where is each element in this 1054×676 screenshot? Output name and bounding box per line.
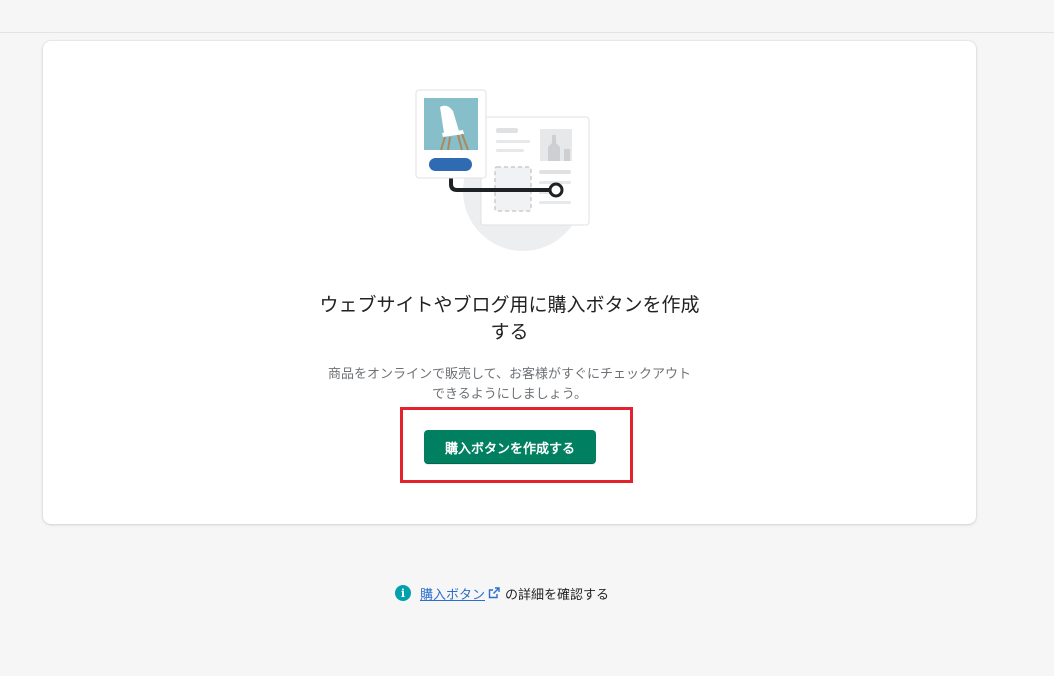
- description-line-1: 商品をオンラインで販売して、お客様がすぐにチェックアウト: [328, 367, 691, 382]
- heading-line-2: する: [490, 321, 529, 343]
- buy-button-illustration: [415, 89, 590, 251]
- footer-help-text: i 購入ボタン の詳細を確認する: [395, 583, 609, 603]
- description-line-2: できるようにしましょう。: [432, 387, 587, 402]
- top-bar: [0, 0, 1054, 33]
- heading-line-1: ウェブサイトやブログ用に購入ボタンを作成: [319, 294, 700, 316]
- external-link-icon[interactable]: [488, 587, 500, 599]
- buy-button-learn-more-link[interactable]: 購入ボタン: [420, 584, 485, 603]
- info-icon: i: [395, 585, 411, 601]
- empty-state-heading: ウェブサイトやブログ用に購入ボタンを作成 する: [293, 292, 726, 346]
- create-buy-button[interactable]: 購入ボタンを作成する: [424, 430, 596, 464]
- footer-suffix: の詳細を確認する: [505, 587, 610, 603]
- empty-state-description: 商品をオンラインで販売して、お客様がすぐにチェックアウト できるようにしましょう…: [293, 365, 726, 405]
